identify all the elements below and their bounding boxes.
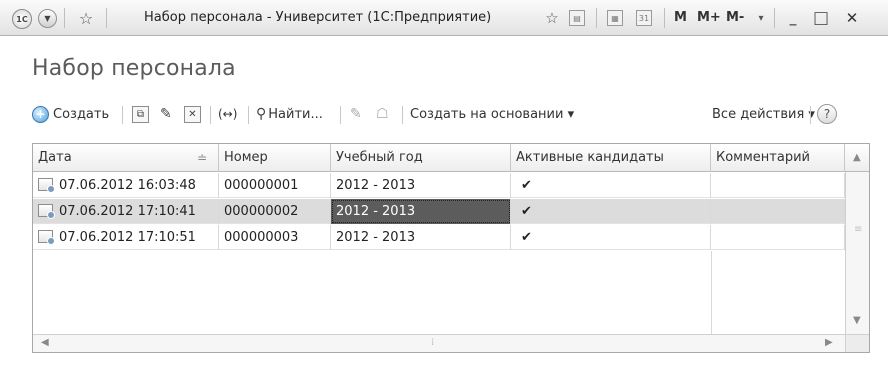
cancel-search-icon: ✎	[350, 106, 362, 122]
command-bar: + Создать ⧉ ✎ ✕ (↔) ⚲ Найти... ✎ ☖ Созда…	[32, 100, 870, 128]
cell-comment[interactable]	[711, 225, 845, 250]
sort-indicator-icon: ≐	[197, 151, 208, 165]
title-separator	[596, 8, 597, 28]
print-icon[interactable]: ▤	[569, 10, 585, 26]
scrollbar-corner	[845, 334, 869, 352]
minimize-button[interactable]: _	[781, 0, 805, 36]
cell-date[interactable]: 07.06.2012 16:03:48	[33, 173, 219, 198]
cell-active-checkmark[interactable]: ✔	[511, 225, 711, 250]
toolbar-separator	[402, 106, 403, 124]
change-mode-button[interactable]: (↔)	[218, 100, 237, 128]
chevron-down-icon[interactable]: ▼	[38, 9, 57, 28]
column-divider	[711, 251, 712, 334]
calendar-icon[interactable]: 31	[636, 10, 652, 26]
toolbar-separator	[122, 106, 123, 124]
star-icon[interactable]: ☆	[74, 0, 98, 36]
table-row[interactable]: 07.06.2012 16:03:48 000000001 2012 - 201…	[33, 173, 845, 198]
table-row-selected[interactable]: 07.06.2012 17:10:41 000000002 2012 - 201…	[33, 199, 845, 224]
documents-table: Дата ≐ Номер Учебный год Активные кандид…	[32, 143, 870, 353]
cell-date[interactable]: 07.06.2012 17:10:51	[33, 225, 219, 250]
close-button[interactable]: ✕	[838, 0, 866, 36]
toolbar-separator	[210, 106, 211, 124]
cell-number[interactable]: 000000001	[219, 173, 331, 198]
pencil-icon: ✎	[160, 106, 172, 122]
cell-comment[interactable]	[711, 199, 845, 224]
toolbar-separator	[248, 106, 249, 124]
cancel-search-button[interactable]: ✎	[350, 100, 362, 128]
scroll-thumb-icon[interactable]: ⁞	[431, 337, 434, 348]
column-header-year[interactable]: Учебный год	[331, 144, 511, 172]
column-header-active[interactable]: Активные кандидаты	[511, 144, 711, 172]
swap-arrows-icon: (↔)	[218, 107, 238, 121]
document-icon	[38, 178, 55, 193]
title-separator	[106, 8, 107, 28]
cell-date[interactable]: 07.06.2012 17:10:41	[33, 199, 219, 224]
scroll-right-arrow-icon[interactable]: ▶	[825, 337, 833, 348]
cell-comment[interactable]	[711, 173, 845, 198]
scroll-left-arrow-icon[interactable]: ◀	[41, 337, 49, 348]
delete-mark-icon: ✕	[184, 105, 201, 123]
help-button[interactable]: ?	[817, 104, 837, 124]
cell-year-current[interactable]: 2012 - 2013	[331, 199, 511, 224]
memory-plus-button[interactable]: M+	[697, 0, 721, 36]
cell-year[interactable]: 2012 - 2013	[331, 173, 511, 198]
find-button-label: Найти...	[268, 106, 323, 122]
cell-active-checkmark[interactable]: ✔	[511, 173, 711, 198]
scroll-down-arrow-icon[interactable]: ▼	[853, 315, 861, 326]
all-actions-button[interactable]: Все действия ▾	[712, 100, 815, 128]
delete-mark-button[interactable]: ✕	[184, 100, 201, 128]
window-title: Набор персонала - Университет (1С:Предпр…	[144, 10, 492, 25]
window-title-bar: 1С ▼ ☆ Набор персонала - Университет (1С…	[0, 0, 888, 36]
1c-logo-icon[interactable]: 1С	[12, 9, 32, 29]
find-button[interactable]: ⚲ Найти...	[256, 100, 323, 128]
create-based-on-button[interactable]: Создать на основании ▾	[410, 100, 574, 128]
plus-icon: +	[32, 105, 49, 123]
document-icon	[38, 204, 55, 219]
column-header-comment[interactable]: Комментарий	[711, 144, 845, 172]
table-row[interactable]: 07.06.2012 17:10:51 000000003 2012 - 201…	[33, 225, 845, 250]
column-header-date[interactable]: Дата ≐	[33, 144, 219, 172]
cell-active-checkmark[interactable]: ✔	[511, 199, 711, 224]
cell-date-text: 07.06.2012 17:10:51	[59, 230, 196, 245]
column-header-number[interactable]: Номер	[219, 144, 331, 172]
copy-icon: ⧉	[132, 105, 149, 123]
favorites-star-icon[interactable]: ☆	[541, 0, 563, 36]
toolbar-separator	[810, 106, 811, 124]
memory-minus-button[interactable]: M-	[726, 0, 744, 36]
dropdown-arrow-icon[interactable]: ▾	[754, 0, 768, 36]
cell-date-text: 07.06.2012 16:03:48	[59, 178, 196, 193]
search-icon: ⚲	[256, 106, 267, 122]
cell-number[interactable]: 000000003	[219, 225, 331, 250]
scroll-thumb-icon[interactable]: ≡	[854, 224, 862, 235]
cell-year[interactable]: 2012 - 2013	[331, 225, 511, 250]
toolbar-separator	[340, 106, 341, 124]
memory-m-button[interactable]: M	[674, 0, 687, 36]
document-icon	[38, 230, 55, 245]
edit-button[interactable]: ✎	[160, 100, 172, 128]
cell-number[interactable]: 000000002	[219, 199, 331, 224]
title-separator	[64, 8, 65, 28]
history-button[interactable]: ☖	[376, 100, 389, 128]
calculator-icon[interactable]: ▦	[607, 10, 623, 26]
maximize-button[interactable]: □	[808, 0, 834, 36]
title-separator	[774, 8, 775, 28]
history-icon: ☖	[376, 106, 389, 122]
page-title: Набор персонала	[32, 56, 236, 81]
create-button-label: Создать	[53, 106, 110, 122]
create-button[interactable]: + Создать	[32, 100, 109, 128]
cell-date-text: 07.06.2012 17:10:41	[59, 204, 196, 219]
horizontal-scrollbar[interactable]: ◀ ⁞ ▶	[33, 334, 845, 352]
scroll-up-arrow-icon[interactable]: ▲	[853, 144, 861, 172]
title-separator	[664, 8, 665, 28]
vertical-scrollbar[interactable]: ≡ ▼	[845, 172, 869, 334]
copy-button[interactable]: ⧉	[132, 100, 149, 128]
table-header: Дата ≐ Номер Учебный год Активные кандид…	[33, 144, 869, 172]
column-header-label: Дата	[38, 150, 72, 165]
